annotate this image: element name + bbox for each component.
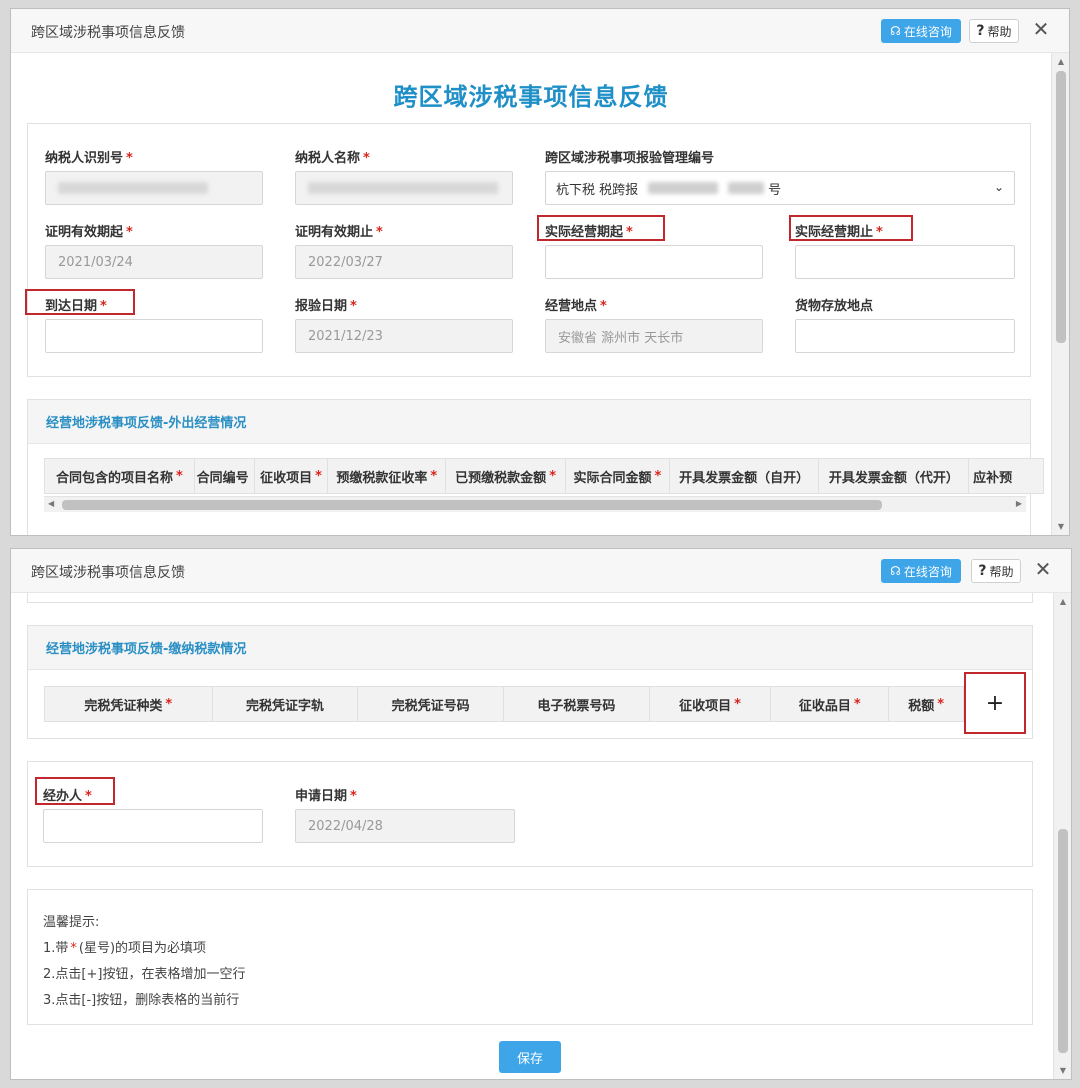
masked-value	[728, 182, 765, 194]
tip-item: 3.点击[-]按钮，删除表格的当前行	[43, 993, 240, 1008]
taxpayer-name-field	[295, 171, 513, 205]
scroll-up-icon[interactable]: ▲	[1054, 597, 1071, 606]
column-header: 征收项目 *	[255, 459, 329, 493]
chevron-down-icon: ⌄	[993, 180, 1004, 194]
outbound-operations-panel: 经营地涉税事项反馈-外出经营情况 合同包含的项目名称 * 合同编号 征收项目 * 预…	[27, 399, 1044, 535]
cert-end-label: 证明有效期止 *	[295, 225, 383, 240]
column-header: 征收品目 *	[771, 687, 890, 721]
horizontal-scrollbar[interactable]: ◀ ▶	[44, 496, 1026, 512]
help-button[interactable]: ? 帮助	[971, 559, 1021, 583]
apply-date-label: 申请日期 *	[295, 789, 357, 804]
masked-value	[648, 182, 719, 194]
help-button[interactable]: ? 帮助	[969, 19, 1019, 43]
column-header: 实际合同金额 *	[566, 459, 670, 493]
headset-icon: ☊	[890, 24, 901, 38]
scroll-down-icon[interactable]: ▼	[1054, 1066, 1071, 1075]
scrollbar-thumb[interactable]	[1056, 71, 1066, 343]
taxpayer-id-field	[45, 171, 263, 205]
column-header: 开具发票金额（代开）	[819, 459, 970, 493]
dialog-title: 跨区域涉税事项信息反馈	[31, 25, 185, 41]
arrival-date-input[interactable]	[45, 319, 263, 353]
vertical-scrollbar[interactable]: ▲ ▼	[1051, 53, 1069, 535]
storage-label: 货物存放地点	[795, 299, 874, 314]
previous-panel-edge	[27, 593, 1033, 603]
highlight-box	[789, 215, 913, 241]
scrollbar-thumb[interactable]	[62, 500, 882, 510]
masked-value	[308, 182, 498, 194]
column-header: 合同编号	[195, 459, 255, 493]
column-header: 电子税票号码	[504, 687, 650, 721]
highlight-box	[35, 777, 115, 805]
tip-item: 2.点击[+]按钮，在表格增加一空行	[43, 967, 246, 982]
close-icon[interactable]: ✕	[1029, 17, 1053, 41]
question-icon: ?	[978, 563, 987, 579]
column-header: 完税凭证号码	[358, 687, 505, 721]
section-header: 经营地涉税事项反馈-缴纳税款情况	[28, 626, 1032, 670]
outbound-table-header: 合同包含的项目名称 * 合同编号 征收项目 * 预缴税款征收率 * 已预缴税款金额 * …	[44, 458, 1044, 494]
vertical-scrollbar[interactable]: ▲ ▼	[1053, 593, 1071, 1079]
dialog-titlebar: 跨区域涉税事项信息反馈 ☊ 在线咨询 ? 帮助 ✕	[11, 9, 1069, 53]
masked-value	[58, 182, 208, 194]
headset-icon: ☊	[890, 564, 901, 578]
question-icon: ?	[976, 23, 985, 39]
column-header: 应补预	[973, 470, 1013, 486]
location-label: 经营地点 *	[545, 299, 607, 314]
report-date-label: 报验日期 *	[295, 299, 357, 314]
tips-title: 温馨提示:	[43, 915, 100, 930]
actual-start-input[interactable]	[545, 245, 763, 279]
report-date-field: 2021/12/23	[295, 319, 513, 353]
page-title: 跨区域涉税事项信息反馈	[393, 83, 669, 111]
scroll-up-icon[interactable]: ▲	[1052, 57, 1069, 66]
scroll-down-icon[interactable]: ▼	[1052, 522, 1069, 531]
scrollbar-thumb[interactable]	[1058, 829, 1068, 1053]
storage-input[interactable]	[795, 319, 1015, 353]
taxpayer-id-label: 纳税人识别号 *	[45, 151, 133, 166]
column-header: 征收项目 *	[650, 687, 772, 721]
mgmt-no-select[interactable]: 杭下税 税跨报 号 ⌄	[545, 171, 1015, 205]
handler-input[interactable]	[43, 809, 263, 843]
mgmt-no-label: 跨区域涉税事项报验管理编号	[545, 151, 715, 166]
taxpayer-name-label: 纳税人名称 *	[295, 151, 370, 166]
dialog-titlebar: 跨区域涉税事项信息反馈 ☊ 在线咨询 ? 帮助 ✕	[11, 549, 1071, 593]
save-button[interactable]: 保存	[499, 1041, 561, 1073]
online-consult-button[interactable]: ☊ 在线咨询	[881, 559, 961, 583]
tax-payment-table-header: 完税凭证种类 * 完税凭证字轨 完税凭证号码 电子税票号码 征收项目 * 征收品目 *…	[44, 686, 964, 722]
dialog-window-bottom: 跨区域涉税事项信息反馈 ☊ 在线咨询 ? 帮助 ✕ ▲ ▼ 经营地涉税事项反馈-…	[10, 548, 1072, 1080]
column-header: 完税凭证字轨	[213, 687, 359, 721]
apply-date-field: 2022/04/28	[295, 809, 515, 843]
dialog-window-top: 跨区域涉税事项信息反馈 ☊ 在线咨询 ? 帮助 ✕ ▲ ▼ 跨区域涉税事项信息反…	[10, 8, 1070, 536]
location-field: 安徽省 滁州市 天长市	[545, 319, 763, 353]
actual-end-input[interactable]	[795, 245, 1015, 279]
highlight-box	[537, 215, 665, 241]
column-header: 完税凭证种类 *	[45, 687, 213, 721]
add-row-button[interactable]: +	[968, 676, 1022, 730]
scroll-left-icon[interactable]: ◀	[48, 499, 54, 508]
tip-item: 1.带 * (星号)的项目为必填项	[43, 941, 207, 956]
column-header: 开具发票金额（自开）	[670, 459, 820, 493]
cert-start-field: 2021/03/24	[45, 245, 263, 279]
cert-end-field: 2022/03/27	[295, 245, 513, 279]
scroll-right-icon[interactable]: ▶	[1016, 499, 1022, 508]
column-header: 税额 *	[908, 696, 945, 714]
close-icon[interactable]: ✕	[1031, 557, 1055, 581]
tax-payment-panel: 经营地涉税事项反馈-缴纳税款情况 完税凭证种类 * 完税凭证字轨 完税凭证号码 电…	[27, 625, 1033, 739]
section-header: 经营地涉税事项反馈-外出经营情况	[28, 400, 1030, 444]
column-header: 合同包含的项目名称 *	[45, 459, 195, 493]
column-header: 预缴税款征收率 *	[328, 459, 447, 493]
dialog-title: 跨区域涉税事项信息反馈	[31, 565, 185, 581]
column-header: 已预缴税款金额 *	[446, 459, 566, 493]
online-consult-button[interactable]: ☊ 在线咨询	[881, 19, 961, 43]
cert-start-label: 证明有效期起 *	[45, 225, 133, 240]
highlight-box	[25, 289, 135, 315]
